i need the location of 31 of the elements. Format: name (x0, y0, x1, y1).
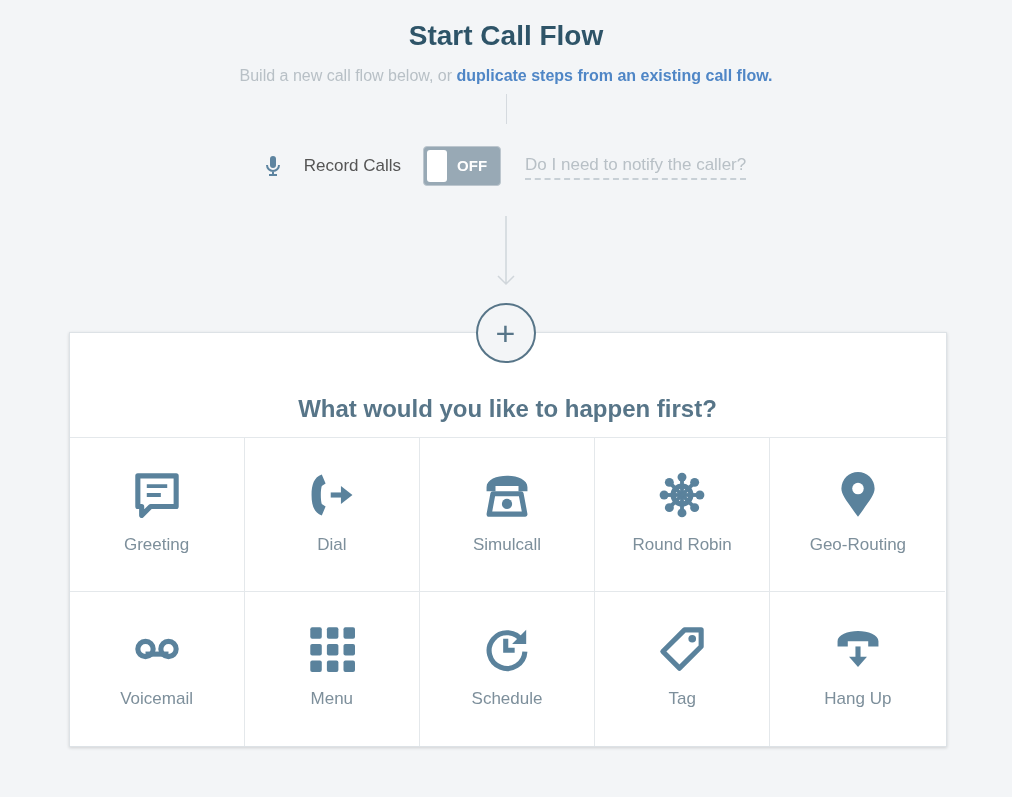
action-label: Geo-Routing (809, 534, 907, 556)
action-tile[interactable]: Hang Up (770, 592, 946, 746)
action-label: Round Robin (632, 534, 732, 556)
action-tile[interactable]: Tag (595, 592, 771, 746)
action-tile[interactable]: Schedule (419, 592, 596, 746)
action-label: Tag (668, 688, 696, 710)
record-toggle[interactable]: OFF (423, 146, 502, 186)
action-label: Greeting (124, 534, 190, 556)
action-tile[interactable]: Voicemail (69, 592, 245, 746)
subtitle-text: Build a new call flow below, or (239, 66, 454, 86)
record-calls-label: Record Calls (303, 155, 402, 178)
action-tile[interactable]: Simulcall (419, 438, 596, 592)
action-label: Hang Up (824, 688, 892, 710)
action-tile[interactable]: Geo-Routing (770, 438, 946, 592)
hub-icon (659, 472, 706, 518)
page-title: Start Call Flow (408, 19, 604, 53)
down-arrow (496, 216, 516, 286)
action-tile[interactable]: Menu (244, 592, 420, 746)
keypad-icon (308, 626, 355, 672)
microphone-icon (265, 156, 280, 176)
action-label: Dial (317, 534, 347, 556)
action-tile[interactable]: Greeting (69, 438, 245, 592)
duplicate-link[interactable]: duplicate steps from an existing call flow. (456, 66, 773, 86)
action-tile[interactable]: Dial (244, 438, 420, 592)
tag-icon (659, 626, 706, 672)
action-label: Voicemail (120, 688, 193, 710)
action-label: Schedule (471, 688, 543, 710)
speech-bubble-icon (133, 472, 180, 518)
action-label: Simulcall (472, 534, 541, 556)
action-tile[interactable]: Round Robin (595, 438, 771, 592)
action-label: Menu (310, 688, 354, 710)
